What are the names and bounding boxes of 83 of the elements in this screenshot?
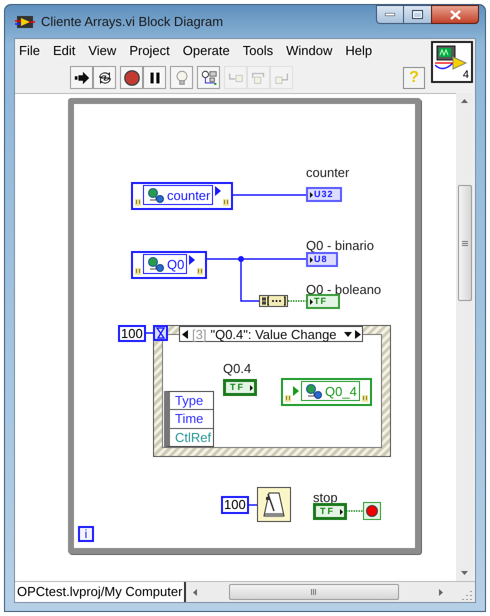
close-button[interactable] <box>431 5 479 24</box>
menu-item[interactable]: Tools <box>242 40 274 60</box>
menu-item[interactable]: File <box>19 40 40 60</box>
maximize-icon <box>412 10 423 19</box>
scroll-right-icon[interactable] <box>439 588 444 596</box>
event-case-index: [3] <box>192 328 206 340</box>
menu-item[interactable]: View <box>88 40 116 60</box>
timeout-terminal-icon <box>153 325 168 341</box>
input-arrow-icon <box>310 192 313 198</box>
output-arrow-icon <box>250 384 253 390</box>
control-label: Q0.4 <box>223 362 252 375</box>
error-in-icon <box>135 199 141 206</box>
grip-icon <box>311 589 318 595</box>
resize-grip-icon[interactable] <box>462 590 472 600</box>
increment-arrow-icon[interactable] <box>355 330 361 338</box>
indicator-label: Q0 - binario <box>306 239 374 252</box>
run-button[interactable] <box>70 66 93 89</box>
event-data-item[interactable]: Time <box>170 409 213 428</box>
grip-icon <box>462 240 468 246</box>
data-type-label: U32 <box>314 190 334 199</box>
menu-item[interactable]: Help <box>345 40 372 60</box>
data-type-label: TF <box>320 507 335 516</box>
indicator-label: counter <box>306 166 350 179</box>
retain-button[interactable] <box>197 66 220 89</box>
scroll-down-icon[interactable] <box>461 571 468 575</box>
pause-button[interactable] <box>143 66 166 89</box>
window-title: Cliente Arrays.vi Block Diagram <box>41 12 224 31</box>
horizontal-scrollbar-thumb[interactable] <box>229 584 400 600</box>
event-case-name: "Q0.4": Value Change <box>210 328 337 340</box>
event-data-item[interactable]: Type <box>170 392 213 410</box>
metronome-icon <box>257 487 291 522</box>
output-terminal-icon <box>215 186 222 196</box>
scroll-left-icon[interactable] <box>193 588 198 596</box>
network-globe-icon <box>304 384 323 398</box>
error-out-icon <box>197 268 204 275</box>
vi-icon-pane[interactable]: 4 <box>431 41 473 83</box>
network-globe-icon <box>146 256 165 272</box>
maximize-button[interactable] <box>404 5 431 24</box>
variable-name: Q0_4 <box>325 384 357 398</box>
event-case-selector[interactable]: [3] "Q0.4": Value Change <box>179 326 363 342</box>
vertical-scrollbar[interactable] <box>456 93 473 581</box>
data-type-label: TF <box>314 297 327 306</box>
wire-junction <box>238 256 244 262</box>
wire <box>346 510 363 512</box>
variable-name: counter <box>167 188 210 202</box>
input-arrow-icon <box>310 256 313 262</box>
decrement-arrow-icon[interactable] <box>182 330 188 338</box>
error-out-icon <box>362 395 368 402</box>
input-terminal-icon <box>293 386 299 396</box>
error-in-icon <box>135 268 141 275</box>
network-globe-icon <box>146 188 165 202</box>
numeric-constant: 100 <box>118 325 146 342</box>
close-icon <box>450 10 460 20</box>
app-icon <box>15 14 35 28</box>
connector-pane-number: 4 <box>462 70 469 81</box>
minimize-button[interactable] <box>376 5 404 24</box>
menu-item[interactable]: Window <box>286 40 332 60</box>
control-label: stop <box>313 491 338 504</box>
dropdown-caret-icon[interactable] <box>344 332 352 336</box>
input-arrow-icon <box>310 298 313 304</box>
iteration-terminal: i <box>78 526 94 542</box>
scroll-up-icon[interactable] <box>461 99 468 103</box>
event-data-item[interactable]: CtlRef <box>170 428 213 446</box>
abort-button[interactable] <box>120 66 143 89</box>
minimize-icon <box>385 13 395 16</box>
menu-item[interactable]: Project <box>129 40 170 60</box>
error-out-icon <box>223 199 230 206</box>
output-terminal-icon <box>189 255 196 265</box>
context-path: OPCtest.lvproj/My Computer <box>15 582 186 602</box>
run-continuous-button[interactable] <box>93 66 116 89</box>
stop-circle-icon <box>122 68 140 86</box>
menu-item[interactable]: Operate <box>182 40 230 60</box>
data-type-label: U8 <box>314 255 328 264</box>
number-to-boolean-array-icon <box>259 295 288 307</box>
error-in-icon <box>285 395 291 402</box>
variable-name: Q0 <box>167 258 184 270</box>
output-arrow-icon <box>340 508 343 514</box>
numeric-constant: 100 <box>221 496 249 514</box>
stop-terminal-icon <box>363 502 381 520</box>
probe-icon <box>200 68 218 86</box>
scrollbar-thumb[interactable] <box>458 185 472 301</box>
data-type-label: TF <box>230 383 245 392</box>
menu-item[interactable]: Edit <box>52 40 76 60</box>
